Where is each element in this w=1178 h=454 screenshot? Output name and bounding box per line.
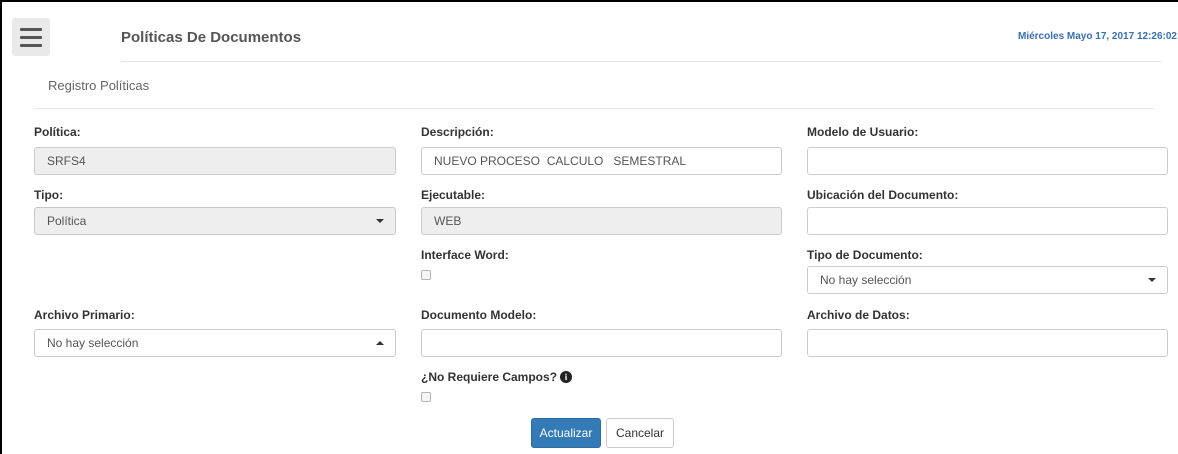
descripcion-label: Descripción: [421, 125, 494, 139]
page-title: Políticas De Documentos [121, 29, 302, 46]
menu-bar [20, 44, 42, 47]
window-border-top [0, 0, 1178, 2]
tipo-select[interactable]: Política [34, 207, 396, 235]
cancel-button[interactable]: Cancelar [606, 418, 674, 448]
archivo-datos-input[interactable] [807, 329, 1168, 357]
menu-bar [20, 36, 42, 39]
documento-modelo-label: Documento Modelo: [421, 308, 537, 322]
archivo-primario-selected-value: No hay selección [47, 336, 139, 350]
chevron-up-icon [376, 341, 384, 345]
menu-bar [20, 28, 42, 31]
ubicacion-input[interactable] [807, 207, 1168, 235]
ubicacion-label: Ubicación del Documento: [807, 188, 959, 202]
modelo-usuario-input[interactable] [807, 147, 1168, 175]
politica-label: Política: [34, 125, 81, 139]
section-title: Registro Políticas [48, 78, 150, 93]
modelo-usuario-label: Modelo de Usuario: [807, 125, 919, 139]
hamburger-menu-icon[interactable] [12, 18, 50, 56]
tipo-documento-label: Tipo de Documento: [807, 248, 923, 262]
current-datetime: Miércoles Mayo 17, 2017 12:26:02 [1018, 31, 1177, 42]
politica-input[interactable]: SRFS4 [34, 147, 396, 175]
interface-word-checkbox[interactable] [421, 270, 431, 280]
archivo-primario-label: Archivo Primario: [34, 308, 135, 322]
no-requiere-campos-checkbox[interactable] [421, 392, 431, 402]
descripcion-input[interactable]: NUEVO PROCESO CALCULO SEMESTRAL [421, 147, 782, 175]
ejecutable-input[interactable]: WEB [421, 207, 782, 235]
documento-modelo-input[interactable] [421, 329, 782, 357]
update-button[interactable]: Actualizar [531, 418, 601, 448]
tipo-documento-selected-value: No hay selección [820, 273, 912, 287]
header-divider [121, 61, 1161, 62]
archivo-datos-label: Archivo de Datos: [807, 308, 910, 322]
section-divider [34, 108, 1154, 109]
tipo-label: Tipo: [34, 188, 64, 202]
no-requiere-campos-label: ¿No Requiere Campos? [421, 370, 558, 384]
chevron-down-icon [376, 219, 384, 223]
chevron-down-icon [1148, 278, 1156, 282]
info-circle-icon[interactable]: i [560, 371, 573, 383]
tipo-documento-select[interactable]: No hay selección [807, 266, 1168, 294]
ejecutable-label: Ejecutable: [421, 188, 486, 202]
archivo-primario-select[interactable]: No hay selección [34, 329, 396, 357]
window-border-left [0, 0, 2, 454]
no-requiere-campos-label-row: ¿No Requiere Campos? i [421, 370, 573, 384]
tipo-selected-value: Política [47, 214, 87, 228]
interface-word-label: Interface Word: [421, 248, 509, 262]
